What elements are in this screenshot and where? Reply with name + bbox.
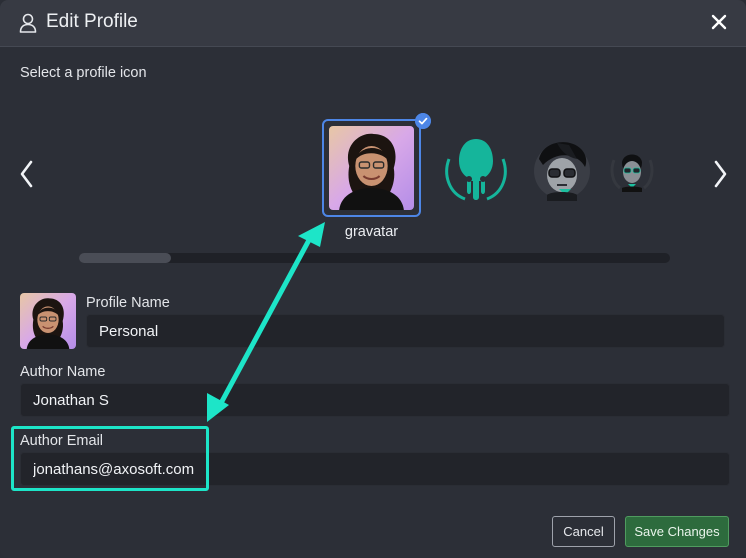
author-email-input[interactable] — [20, 452, 730, 486]
profile-name-label: Profile Name — [86, 295, 170, 311]
select-icon-label: Select a profile icon — [20, 65, 147, 81]
author-name-input[interactable] — [20, 383, 730, 417]
chevron-right-icon[interactable] — [710, 159, 730, 189]
icon-option-label: gravatar — [344, 224, 399, 240]
profile-avatar — [20, 293, 76, 349]
scrollbar-thumb[interactable] — [79, 253, 171, 263]
user-icon — [19, 13, 37, 33]
author-name-label: Author Name — [20, 364, 106, 380]
dialog-title: Edit Profile — [46, 11, 138, 32]
icon-option-gravatar[interactable] — [322, 113, 431, 217]
gitkraken-logo-icon[interactable] — [441, 135, 511, 205]
icon-picker-scrollbar[interactable] — [79, 253, 670, 263]
author-email-label: Author Email — [20, 433, 104, 449]
edit-profile-dialog: Edit Profile Select a profile icon grava… — [0, 0, 746, 558]
keif-avatar-icon[interactable] — [529, 135, 595, 201]
cancel-button[interactable]: Cancel — [552, 516, 615, 547]
chevron-left-icon[interactable] — [17, 159, 37, 189]
save-changes-button[interactable]: Save Changes — [625, 516, 729, 547]
keif-avatar-small-icon[interactable] — [608, 146, 656, 194]
close-icon[interactable] — [708, 11, 730, 33]
profile-name-input[interactable] — [86, 314, 725, 348]
dialog-titlebar: Edit Profile — [0, 0, 746, 47]
gravatar-avatar — [329, 126, 414, 210]
check-icon — [415, 113, 431, 129]
